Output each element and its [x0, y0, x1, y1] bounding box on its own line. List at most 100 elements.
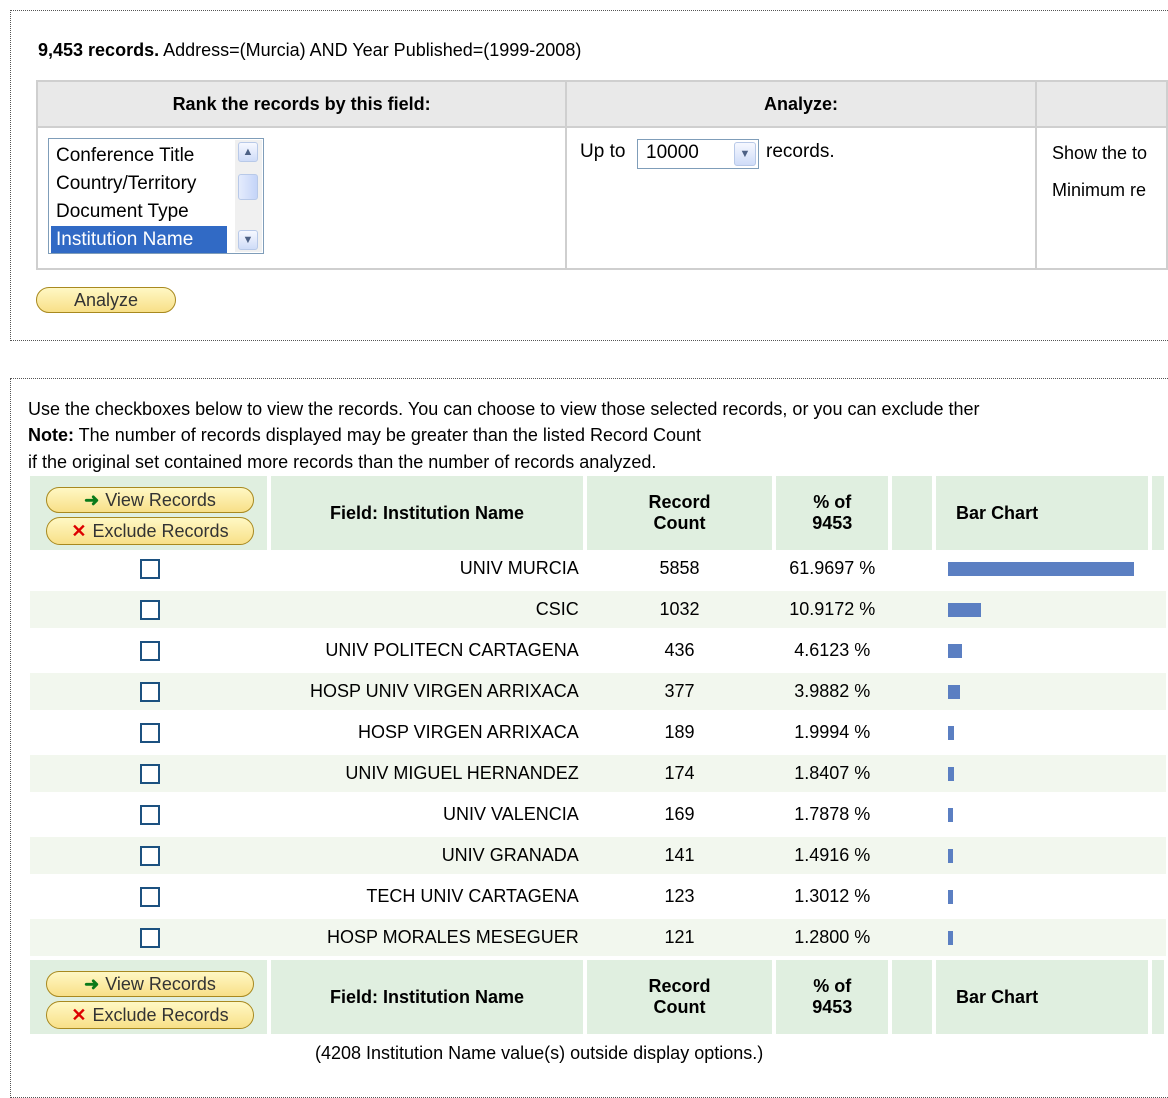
chevron-down-icon[interactable]: ▼ [734, 142, 756, 166]
row-checkbox[interactable] [139, 600, 160, 621]
institution-name: CSIC [269, 589, 585, 632]
scroll-thumb[interactable] [238, 174, 258, 200]
listbox-option[interactable]: Document Type [51, 198, 227, 225]
scroll-up-icon[interactable]: ▲ [238, 142, 258, 162]
record-count: 1032 [584, 589, 775, 632]
rank-field-listbox[interactable]: Conference Title Country/Territory Docum… [48, 138, 264, 254]
row-spacer [890, 550, 935, 591]
display-options-header [1034, 80, 1168, 128]
column-header-field: Field: Institution Name [269, 476, 587, 550]
row-checkbox-cell [30, 794, 270, 837]
record-count: 5858 [584, 550, 775, 591]
row-extra [1149, 671, 1166, 714]
record-count: 123 [584, 876, 775, 919]
row-checkbox[interactable] [139, 928, 160, 949]
column-header-spacer [890, 476, 937, 550]
row-extra [1149, 835, 1166, 878]
record-limit-select[interactable]: 10000 ▼ [637, 139, 759, 169]
bar-chart-cell [934, 712, 1150, 755]
record-limit-value: 10000 [646, 142, 699, 163]
row-extra [1149, 876, 1166, 919]
column-header-extra [1149, 476, 1168, 550]
table-footer-row: ➜ View Records ✕ Exclude Records Field: In… [30, 958, 1168, 1034]
row-checkbox[interactable] [139, 805, 160, 826]
listbox-scrollbar[interactable]: ▲ ▼ [235, 140, 262, 252]
bar-chart-bar [948, 767, 955, 782]
close-icon: ✕ [71, 521, 87, 541]
row-checkbox[interactable] [139, 682, 160, 703]
note-label: Note: [28, 425, 74, 445]
column-header-count: Record Count [584, 476, 777, 550]
column-header-extra [1149, 958, 1168, 1034]
record-count: 174 [584, 753, 775, 796]
row-checkbox[interactable] [139, 559, 160, 580]
analyze-button[interactable]: Analyze [36, 287, 176, 313]
results-table: ➜ View Records ✕ Exclude Records Field: In… [30, 476, 1168, 1034]
arrow-right-icon: ➜ [84, 490, 100, 510]
table-row: HOSP UNIV VIRGEN ARRIXACA 377 3.9882 % [30, 671, 1166, 714]
row-spacer [890, 835, 935, 878]
listbox-option[interactable]: Country/Territory [51, 170, 227, 197]
institution-name: UNIV MURCIA [269, 550, 585, 591]
bar-chart-bar [948, 562, 1135, 577]
bar-chart-cell [934, 589, 1150, 632]
outside-display-note: (4208 Institution Name value(s) outside … [315, 1043, 764, 1063]
row-checkbox-cell [30, 753, 270, 796]
bar-chart-cell [934, 876, 1150, 919]
table-row: UNIV GRANADA 141 1.4916 % [30, 835, 1166, 878]
bar-chart-cell [934, 671, 1150, 714]
minimum-record-label: Minimum re [1052, 180, 1147, 200]
bar-chart-bar [948, 603, 982, 618]
row-checkbox-cell [30, 712, 270, 755]
listbox-option-selected[interactable]: Institution Name [51, 226, 227, 253]
exclude-records-button[interactable]: ✕ Exclude Records [46, 517, 254, 545]
instructions-text: Use the checkboxes below to view the rec… [28, 399, 980, 419]
institution-name: HOSP VIRGEN ARRIXACA [269, 712, 585, 755]
column-header-spacer [890, 958, 937, 1034]
bar-chart-cell [934, 630, 1150, 673]
column-header-bar-chart: Bar Chart [934, 476, 1152, 550]
bar-chart-bar [948, 685, 961, 700]
query-summary: 9,453 records. Address=(Murcia) AND Year… [38, 40, 581, 61]
row-checkbox[interactable] [139, 764, 160, 785]
table-header-row: ➜ View Records ✕ Exclude Records Field: In… [30, 476, 1168, 550]
column-header-bar-chart: Bar Chart [934, 958, 1152, 1034]
column-header-percent: % of 9453 [774, 958, 893, 1034]
view-records-button[interactable]: ➜ View Records [46, 971, 254, 997]
bar-chart-cell [934, 835, 1150, 878]
bar-chart-cell [934, 794, 1150, 837]
row-checkbox[interactable] [139, 887, 160, 908]
scroll-down-icon[interactable]: ▼ [238, 230, 258, 250]
row-checkbox-cell [30, 671, 270, 714]
row-checkbox-cell [30, 876, 270, 919]
row-checkbox[interactable] [139, 846, 160, 867]
bar-chart-cell [934, 917, 1150, 960]
record-actions-cell: ➜ View Records ✕ Exclude Records [30, 476, 272, 550]
analyze-header: Analyze: [565, 80, 1037, 128]
bar-chart-bar [948, 644, 963, 659]
institution-name: UNIV GRANADA [269, 835, 585, 878]
institution-name: HOSP UNIV VIRGEN ARRIXACA [269, 671, 585, 714]
table-row: UNIV MURCIA 5858 61.9697 % [30, 550, 1166, 591]
view-records-button[interactable]: ➜ View Records [46, 487, 254, 513]
row-checkbox-cell [30, 835, 270, 878]
exclude-records-button[interactable]: ✕ Exclude Records [46, 1001, 254, 1029]
note-body: The number of records displayed may be g… [74, 425, 702, 445]
percent-value: 4.6123 % [774, 630, 891, 673]
listbox-option[interactable]: Conference Title [51, 142, 227, 169]
row-checkbox[interactable] [139, 641, 160, 662]
percent-value: 1.9994 % [774, 712, 891, 755]
table-row: UNIV POLITECN CARTAGENA 436 4.6123 % [30, 630, 1166, 673]
percent-value: 1.4916 % [774, 835, 891, 878]
row-extra [1149, 917, 1166, 960]
table-row: HOSP VIRGEN ARRIXACA 189 1.9994 % [30, 712, 1166, 755]
row-checkbox[interactable] [139, 723, 160, 744]
record-actions-cell: ➜ View Records ✕ Exclude Records [30, 958, 272, 1034]
column-header-count: Record Count [584, 958, 777, 1034]
record-count: 169 [584, 794, 775, 837]
records-label: records. [766, 141, 835, 162]
percent-value: 1.8407 % [774, 753, 891, 796]
bar-chart-bar [948, 808, 954, 823]
bar-chart-cell [934, 550, 1150, 591]
row-extra [1149, 712, 1166, 755]
